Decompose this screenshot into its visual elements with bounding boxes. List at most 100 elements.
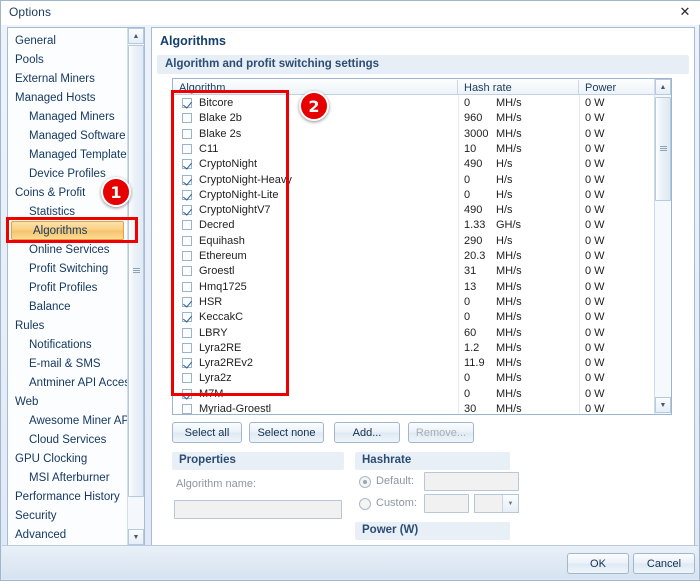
- properties-group-header: Properties: [172, 452, 344, 470]
- sidebar-item-label: Cloud Services: [29, 433, 107, 446]
- sidebar-item-managed-hosts[interactable]: Managed Hosts: [8, 88, 125, 107]
- sidebar-item-balance[interactable]: Balance: [8, 297, 125, 316]
- hashrate-custom-radio[interactable]: [359, 498, 371, 510]
- sidebar-item-managed-software[interactable]: Managed Software: [8, 126, 126, 145]
- row-checkbox[interactable]: [182, 128, 192, 139]
- window-title: Options: [9, 5, 52, 19]
- select-all-button[interactable]: Select all: [172, 422, 242, 443]
- sidebar-item-gpu-clocking[interactable]: GPU Clocking: [8, 449, 125, 468]
- add-button[interactable]: Add...: [334, 422, 400, 443]
- sidebar-item-label: GPU Clocking: [15, 452, 88, 465]
- sidebar-item-algorithms[interactable]: Algorithms: [11, 221, 124, 240]
- row-hash-value: 0: [464, 372, 471, 385]
- row-hash-value: 11.9: [464, 357, 485, 370]
- row-checkbox[interactable]: [182, 342, 192, 353]
- row-power-value: 0 W: [585, 357, 605, 370]
- sidebar-item-general[interactable]: General: [8, 31, 125, 50]
- sidebar-item-awesome-miner-api[interactable]: Awesome Miner API: [8, 411, 132, 430]
- row-checkbox[interactable]: [182, 235, 192, 246]
- sidebar-item-web[interactable]: Web: [8, 392, 125, 411]
- sidebar-item-managed-miners[interactable]: Managed Miners: [8, 107, 125, 126]
- algorithm-name-label: Algorithm name:: [176, 478, 257, 490]
- scroll-grip-icon: [660, 146, 667, 152]
- sidebar-item-notifications[interactable]: Notifications: [8, 335, 125, 354]
- sidebar-item-profit-profiles[interactable]: Profit Profiles: [8, 278, 125, 297]
- column-divider: [579, 401, 580, 414]
- row-hash-unit: MH/s: [496, 265, 522, 278]
- ok-button[interactable]: OK: [567, 553, 629, 574]
- list-scrollbar[interactable]: ▲ ▼: [654, 79, 671, 414]
- row-algorithm-name: CryptoNight-Heavy: [199, 173, 292, 186]
- row-checkbox[interactable]: [182, 220, 192, 231]
- sidebar-item-profit-switching[interactable]: Profit Switching: [8, 259, 125, 278]
- select-none-button[interactable]: Select none: [249, 422, 324, 443]
- row-checkbox[interactable]: [182, 373, 192, 384]
- row-algorithm-name: M7M: [199, 387, 224, 400]
- hashrate-unit-dropdown[interactable]: ▼: [474, 494, 519, 513]
- sidebar-item-managed-templates[interactable]: Managed Templates: [8, 145, 132, 164]
- row-checkbox[interactable]: [182, 143, 192, 154]
- settings-nav-tree[interactable]: General Pools External Miners Managed Hosts…: [7, 27, 145, 546]
- sidebar-item-label: Managed Miners: [29, 110, 115, 123]
- row-power-value: 0 W: [585, 295, 605, 308]
- close-icon[interactable]: ✕: [675, 3, 695, 21]
- row-checkbox[interactable]: [182, 358, 192, 369]
- row-power-value: 0 W: [585, 234, 605, 247]
- page-title: Algorithms: [160, 34, 226, 48]
- row-checkbox[interactable]: [182, 174, 192, 185]
- list-scroll-thumb[interactable]: [655, 97, 671, 201]
- sidebar-scroll-thumb[interactable]: [128, 45, 144, 497]
- row-power-value: 0 W: [585, 311, 605, 324]
- triangle-down-icon[interactable]: ▼: [655, 397, 671, 413]
- row-hash-value: 60: [464, 326, 477, 339]
- hashrate-custom-input[interactable]: [424, 494, 469, 513]
- sidebar-item-pools[interactable]: Pools: [8, 50, 125, 69]
- sidebar-item-advanced[interactable]: Advanced: [8, 525, 125, 544]
- row-checkbox[interactable]: [182, 296, 192, 307]
- row-checkbox[interactable]: [182, 327, 192, 338]
- sidebar-item-e-mail-sms[interactable]: E-mail & SMS: [8, 354, 125, 373]
- row-hash-value: 490: [464, 158, 483, 171]
- sidebar-item-antminer-api-access[interactable]: Antminer API Access: [8, 373, 136, 392]
- row-checkbox[interactable]: [182, 312, 192, 323]
- row-checkbox[interactable]: [182, 159, 192, 170]
- sidebar-scrollbar[interactable]: ▲ ▼: [127, 28, 144, 545]
- row-hash-unit: MH/s: [496, 403, 522, 415]
- column-header-hash-rate[interactable]: Hash rate: [458, 80, 579, 95]
- sidebar-item-security[interactable]: Security: [8, 506, 125, 525]
- row-power-value: 0 W: [585, 97, 605, 109]
- sidebar-item-performance-history[interactable]: Performance History: [8, 487, 125, 506]
- sidebar-item-cloud-services[interactable]: Cloud Services: [8, 430, 125, 449]
- row-checkbox[interactable]: [182, 266, 192, 277]
- sidebar-item-rules[interactable]: Rules: [8, 316, 125, 335]
- column-header-power[interactable]: Power: [579, 80, 656, 95]
- cancel-button[interactable]: Cancel: [633, 553, 695, 574]
- triangle-up-icon[interactable]: ▲: [655, 79, 671, 95]
- algorithm-name-input[interactable]: [174, 500, 342, 519]
- row-checkbox[interactable]: [182, 404, 192, 414]
- row-checkbox[interactable]: [182, 251, 192, 261]
- table-row[interactable]: Myriad-Groestl 30 MH/s 0 W: [173, 401, 656, 415]
- sidebar-item-msi-afterburner[interactable]: MSI Afterburner: [8, 468, 125, 487]
- row-power-value: 0 W: [585, 158, 605, 171]
- row-checkbox[interactable]: [182, 205, 192, 216]
- sidebar-item-external-miners[interactable]: External Miners: [8, 69, 125, 88]
- triangle-up-icon[interactable]: ▲: [128, 28, 144, 44]
- row-checkbox[interactable]: [182, 113, 192, 124]
- sidebar-item-label: Device Profiles: [29, 167, 106, 180]
- hashrate-default-input[interactable]: [424, 472, 519, 491]
- row-algorithm-name: Lyra2z: [199, 372, 232, 385]
- sidebar-item-online-services[interactable]: Online Services: [8, 240, 125, 259]
- algorithms-list[interactable]: Algorithm Hash rate Power Bitcore 0 MH/s 0 …: [172, 78, 672, 415]
- row-checkbox[interactable]: [182, 388, 192, 399]
- triangle-down-icon[interactable]: ▼: [128, 529, 144, 545]
- row-hash-value: 10: [464, 142, 477, 155]
- chevron-down-icon[interactable]: ▼: [502, 495, 518, 512]
- row-checkbox[interactable]: [182, 189, 192, 200]
- hashrate-default-radio[interactable]: [359, 476, 371, 488]
- row-checkbox[interactable]: [182, 98, 192, 108]
- sidebar-item-label: Notifications: [29, 338, 92, 351]
- row-algorithm-name: Blake 2s: [199, 127, 242, 140]
- row-checkbox[interactable]: [182, 281, 192, 292]
- sidebar-item-label: MSI Afterburner: [29, 471, 110, 484]
